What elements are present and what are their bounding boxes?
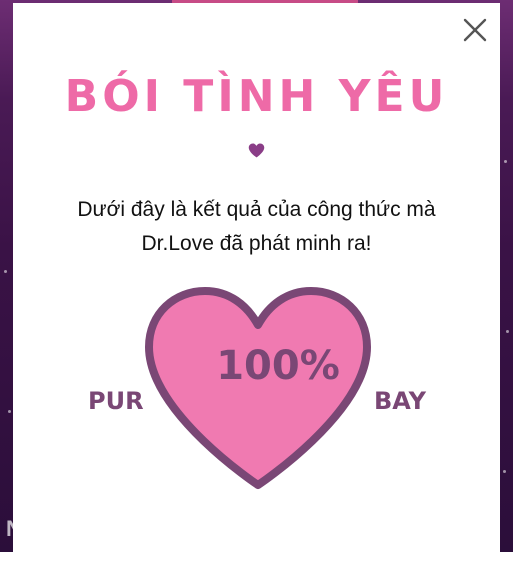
star-decoration xyxy=(503,470,506,473)
star-decoration xyxy=(504,160,507,163)
result-description: Dưới đây là kết quả của công thức mà Dr.… xyxy=(43,193,470,261)
star-decoration xyxy=(506,330,509,333)
star-decoration xyxy=(4,270,7,273)
close-icon[interactable] xyxy=(462,17,488,43)
name-left: PUR xyxy=(88,387,144,415)
heart-icon xyxy=(248,143,265,158)
result-description-line-1: Dưới đây là kết quả của công thức mà xyxy=(77,198,436,221)
result-modal: BÓI TÌNH YÊU Dưới đây là kết quả của côn… xyxy=(13,3,500,563)
result-heart xyxy=(145,287,371,489)
result-description-line-2: Dr.Love đã phát minh ra! xyxy=(141,232,372,255)
star-decoration xyxy=(8,410,11,413)
modal-title: BÓI TÌNH YÊU xyxy=(64,71,449,122)
love-percentage: 100% xyxy=(216,343,340,389)
name-right: BAY xyxy=(374,387,426,415)
